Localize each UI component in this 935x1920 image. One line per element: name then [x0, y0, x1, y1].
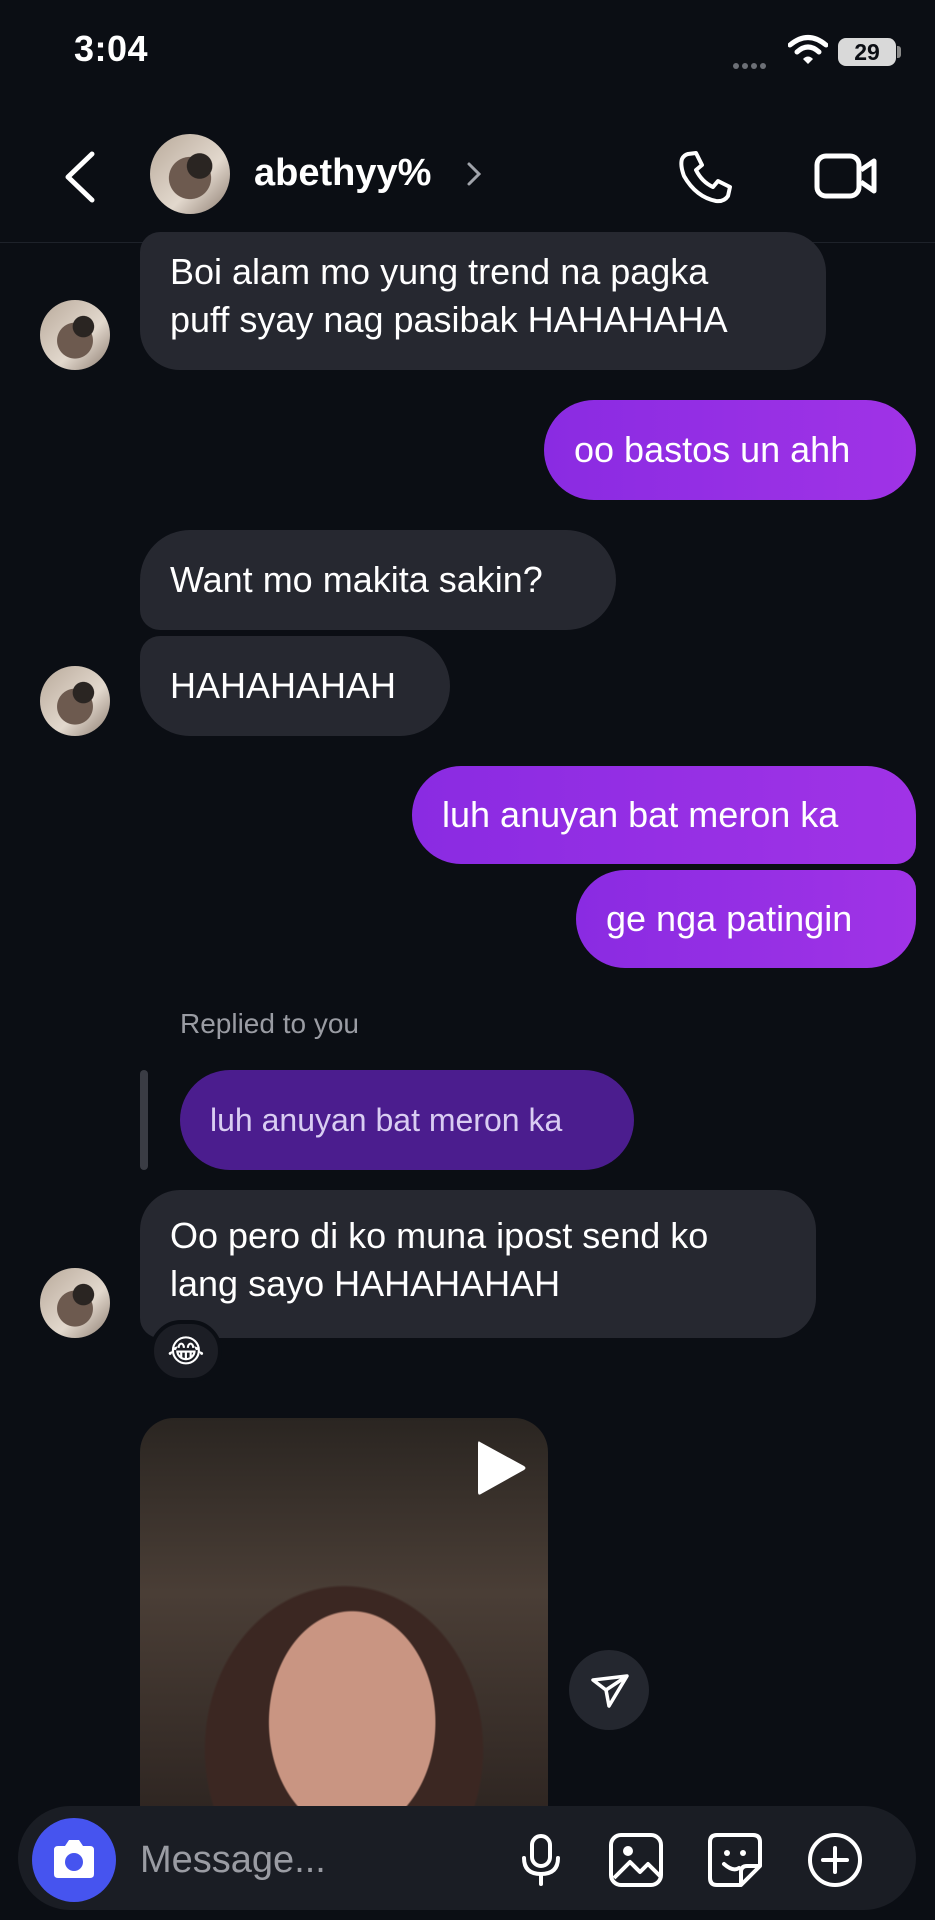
message-text: ge nga patingin: [606, 898, 853, 939]
sender-avatar[interactable]: [40, 1268, 110, 1338]
phone-icon[interactable]: [676, 148, 734, 206]
message-text: HAHAHAHAH: [170, 665, 397, 706]
status-time: 3:04: [74, 28, 149, 69]
message-bubble-sent[interactable]: luh anuyan bat meron ka: [412, 766, 916, 864]
battery-indicator: 29: [838, 38, 896, 66]
message-bubble-sent[interactable]: ge nga patingin: [576, 870, 916, 968]
wifi-icon: [788, 35, 828, 64]
quoted-message[interactable]: luh anuyan bat meron ka: [180, 1070, 634, 1170]
contact-name[interactable]: abethyy%: [254, 152, 431, 195]
signal-icon: [733, 56, 777, 69]
message-input[interactable]: [140, 1836, 500, 1884]
message-text: Oo pero di ko muna ipost send ko: [170, 1215, 709, 1256]
message-text: lang sayo HAHAHAHAH: [170, 1263, 561, 1304]
contact-avatar[interactable]: [150, 134, 230, 214]
message-bubble-received[interactable]: Boi alam mo yung trend na pagka puff sya…: [140, 232, 826, 370]
quoted-text: luh anuyan bat meron ka: [210, 1102, 563, 1138]
camera-icon: [54, 1840, 94, 1878]
back-icon[interactable]: [62, 150, 98, 204]
message-text: Want mo makita sakin?: [170, 559, 543, 600]
message-bubble-sent[interactable]: oo bastos un ahh: [544, 400, 916, 500]
battery-tip: [897, 46, 901, 58]
sender-avatar[interactable]: [40, 300, 110, 370]
message-text: Boi alam mo yung trend na pagka: [170, 251, 709, 292]
reply-label: Replied to you: [180, 1008, 360, 1039]
chevron-right-icon[interactable]: [466, 160, 482, 188]
share-button[interactable]: [569, 1650, 649, 1730]
gallery-icon[interactable]: [606, 1830, 666, 1890]
message-bubble-received[interactable]: Oo pero di ko muna ipost send ko lang sa…: [140, 1190, 816, 1338]
camera-button[interactable]: [32, 1818, 116, 1902]
sticker-icon[interactable]: [705, 1830, 765, 1890]
share-icon: [591, 1674, 629, 1708]
message-bubble-received[interactable]: Want mo makita sakin?: [140, 530, 616, 630]
sender-avatar[interactable]: [40, 666, 110, 736]
plus-icon[interactable]: [805, 1830, 865, 1890]
video-call-icon[interactable]: [814, 150, 878, 202]
play-icon[interactable]: [470, 1438, 530, 1498]
reaction-badge[interactable]: 😂: [150, 1320, 222, 1382]
message-text: luh anuyan bat meron ka: [442, 794, 839, 835]
message-text: oo bastos un ahh: [574, 429, 851, 470]
reply-indicator-bar: [140, 1070, 148, 1170]
message-text: puff syay nag pasibak HAHAHAHA: [170, 299, 728, 340]
message-bubble-received[interactable]: HAHAHAHAH: [140, 636, 450, 736]
microphone-icon[interactable]: [511, 1830, 571, 1890]
